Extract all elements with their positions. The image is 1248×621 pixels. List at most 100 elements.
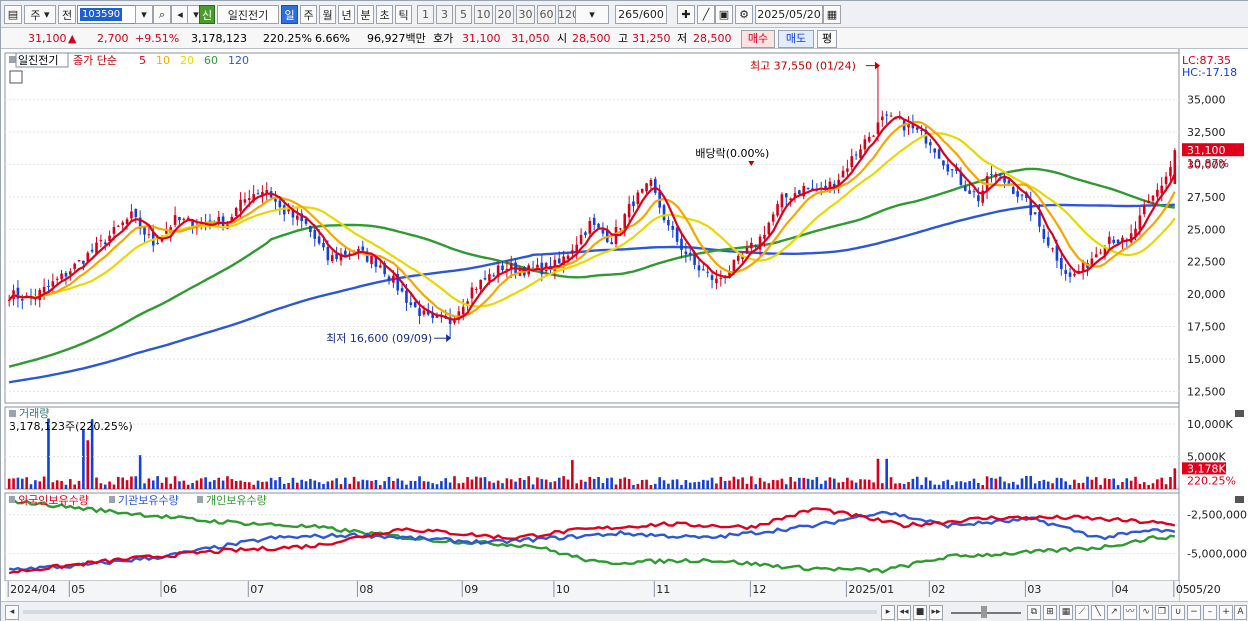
legend-ma-label: 종가 단순 xyxy=(73,54,117,67)
line-tool-icon[interactable]: ╲ xyxy=(1091,605,1105,620)
count-button-60[interactable]: 60 xyxy=(537,5,556,24)
clone-icon[interactable]: ❐ xyxy=(1155,605,1169,620)
volume-bar-160 xyxy=(706,480,709,489)
scroll-left-icon[interactable]: ◂ xyxy=(5,605,19,620)
x-label-4: 08 xyxy=(359,583,373,596)
count-button-5[interactable]: 5 xyxy=(455,5,472,24)
period-button-0[interactable]: 일 xyxy=(281,5,298,24)
table-icon[interactable]: ▦ xyxy=(1059,605,1073,620)
candle-body-8 xyxy=(42,286,46,293)
volume-bar-198 xyxy=(872,482,875,489)
magnet-icon[interactable]: ∪ xyxy=(1171,605,1185,620)
candle-body-194 xyxy=(854,154,858,156)
count-button-20[interactable]: 20 xyxy=(495,5,514,24)
window-menu-icon[interactable]: ▤ xyxy=(4,5,22,24)
text-tool-icon[interactable]: A xyxy=(1234,605,1247,620)
volume-bar-207 xyxy=(911,478,915,489)
volume-bar-189 xyxy=(832,478,836,489)
candle-body-193 xyxy=(850,156,854,167)
arrow-tool-icon[interactable]: ↗ xyxy=(1107,605,1121,620)
calendar-icon[interactable]: ▦ xyxy=(823,5,841,24)
candle-body-173 xyxy=(763,234,766,239)
date-field[interactable]: 2025/05/20 xyxy=(755,5,823,24)
count-dropdown[interactable]: ▾ xyxy=(575,5,609,24)
sell-button[interactable]: 매도 xyxy=(778,30,814,48)
high-price: 31,250 xyxy=(632,32,671,45)
volume-bar-226 xyxy=(994,478,998,489)
save-icon[interactable]: ▣ xyxy=(715,5,733,24)
dash-icon[interactable]: – xyxy=(1203,605,1217,620)
holdings-legend-handle-1 xyxy=(109,496,115,503)
candle-body-109 xyxy=(483,277,487,280)
volume-bar-147 xyxy=(649,484,653,489)
candle-body-90 xyxy=(400,288,404,292)
period-button-6[interactable]: 틱 xyxy=(395,5,412,24)
volume-bar-250 xyxy=(1099,484,1102,489)
volume-bar-238 xyxy=(1046,481,1050,489)
code-dropdown-icon[interactable]: ▾ xyxy=(135,5,153,24)
period-button-3[interactable]: 년 xyxy=(338,5,355,24)
candle-body-216 xyxy=(950,169,954,171)
buy-button[interactable]: 매수 xyxy=(741,30,775,48)
volume-bar-184 xyxy=(811,479,814,489)
new-badge[interactable]: 신 xyxy=(199,5,215,24)
candle-body-133 xyxy=(588,220,592,234)
scroll-right-icon[interactable]: ▸ xyxy=(881,605,895,620)
volume-bar-48 xyxy=(217,477,221,489)
count-button-1[interactable]: 1 xyxy=(417,5,434,24)
volume-bar-153 xyxy=(675,479,679,489)
count-button-10[interactable]: 10 xyxy=(474,5,493,24)
scroll-track[interactable] xyxy=(23,610,877,614)
layout-icon[interactable]: ⊞ xyxy=(1043,605,1057,620)
volume-bar-234 xyxy=(1029,476,1033,489)
cycle-select[interactable]: 주 ▾ xyxy=(24,5,56,24)
candle-body-214 xyxy=(942,160,945,166)
eval-button[interactable]: 평 xyxy=(817,30,837,48)
volume-bar-151 xyxy=(667,483,670,489)
volume-bar-154 xyxy=(680,484,683,489)
crosshair-icon[interactable]: ✚ xyxy=(677,5,695,24)
candle-body-53 xyxy=(239,199,242,212)
volume-bar-61 xyxy=(274,480,277,489)
stock-code-input[interactable]: 103590 xyxy=(77,5,137,24)
volume-bar-53 xyxy=(239,480,242,489)
gear-icon[interactable]: ⚙ xyxy=(735,5,753,24)
prev-button[interactable]: 전 xyxy=(58,5,76,24)
minus-icon[interactable]: − xyxy=(1187,605,1201,620)
panel-frame-1 xyxy=(4,406,1180,490)
search-icon[interactable]: ⌕ xyxy=(153,5,171,24)
volume-bar-150 xyxy=(662,480,666,489)
volume-bar-31 xyxy=(143,483,146,489)
volume-bar-236 xyxy=(1038,481,1041,489)
candle-body-14 xyxy=(69,271,72,275)
view-count-field[interactable]: 265/600 xyxy=(615,5,667,24)
period-button-2[interactable]: 월 xyxy=(319,5,336,24)
volume-bar-10 xyxy=(51,482,55,489)
candle-body-131 xyxy=(579,234,583,244)
count-button-30[interactable]: 30 xyxy=(516,5,535,24)
volume-bar-69 xyxy=(309,478,312,489)
zoom-handle[interactable] xyxy=(981,606,987,618)
candle-body-181 xyxy=(798,190,801,195)
wave-icon[interactable]: ∿ xyxy=(1139,605,1153,620)
first-page-icon[interactable]: ◂◂ xyxy=(897,605,911,620)
next-page-icon[interactable]: ▸▸ xyxy=(929,605,943,620)
period-button-4[interactable]: 분 xyxy=(357,5,374,24)
stop-icon[interactable]: ■ xyxy=(913,605,927,620)
count-button-3[interactable]: 3 xyxy=(436,5,453,24)
candle-body-238 xyxy=(1046,237,1050,246)
period-button-1[interactable]: 주 xyxy=(300,5,317,24)
copy-icon[interactable]: ⧉ xyxy=(1027,605,1041,620)
holdings-legend-handle-2 xyxy=(197,496,203,503)
volume-bar-158 xyxy=(697,481,701,489)
draw-tool-icon[interactable]: ╱ xyxy=(697,5,715,24)
plus-icon[interactable]: + xyxy=(1219,605,1233,620)
stock-chart[interactable]: 35,00032,50030,00027,50025,00022,50020,0… xyxy=(1,49,1248,601)
volume-bar-124 xyxy=(549,482,552,489)
volume-bar-190 xyxy=(837,482,840,489)
zigzag-icon[interactable]: 〰 xyxy=(1123,605,1137,620)
volume-bar-50 xyxy=(226,476,229,489)
period-button-5[interactable]: 초 xyxy=(376,5,393,24)
volume-bar-67 xyxy=(300,479,303,489)
trendline-icon[interactable]: ⟋ xyxy=(1075,605,1089,620)
